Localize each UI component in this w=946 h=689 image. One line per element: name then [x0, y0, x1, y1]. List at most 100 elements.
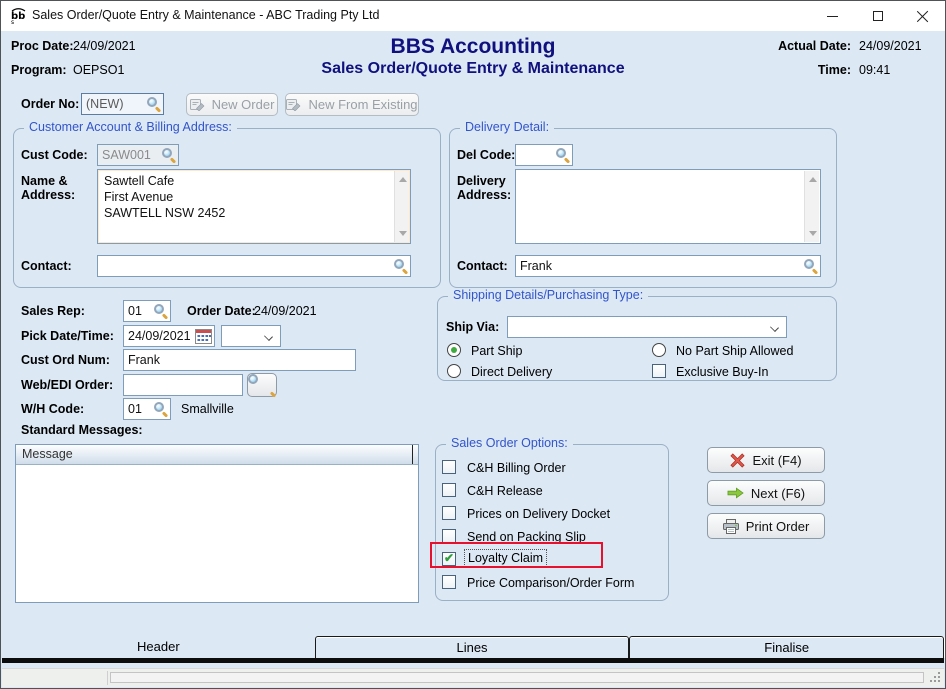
pick-date-label: Pick Date/Time:: [21, 329, 114, 343]
delivery-contact-field[interactable]: [515, 255, 821, 277]
wh-code-label: W/H Code:: [21, 402, 84, 416]
del-code-label: Del Code:: [457, 148, 515, 162]
exclusive-buy-in-checkbox[interactable]: [652, 364, 666, 378]
cust-code-field[interactable]: [97, 144, 179, 166]
wh-code-input[interactable]: [128, 402, 154, 416]
billing-contact-lookup-icon[interactable]: [394, 259, 408, 273]
price-comparison-checkbox[interactable]: [442, 575, 456, 589]
wh-code-lookup-icon[interactable]: [154, 402, 168, 416]
minimize-icon: [827, 16, 838, 17]
new-order-icon: [190, 98, 205, 111]
order-date-value: 24/09/2021: [254, 304, 317, 318]
cust-code-label: Cust Code:: [21, 148, 88, 162]
maximize-button[interactable]: [855, 1, 900, 31]
web-edi-field[interactable]: [123, 374, 243, 396]
no-part-ship-radio[interactable]: [652, 343, 666, 357]
time-label: Time:: [818, 63, 851, 77]
order-no-label: Order No:: [21, 97, 79, 111]
bottom-tab-bar: Header Lines Finalise: [2, 634, 944, 663]
minimize-button[interactable]: [810, 1, 855, 31]
del-code-field[interactable]: [515, 144, 573, 166]
ch-release-label: C&H Release: [467, 484, 543, 498]
delivery-contact-lookup-icon[interactable]: [804, 259, 818, 273]
shipping-group-title: Shipping Details/Purchasing Type:: [448, 288, 648, 302]
tab-header[interactable]: Header: [2, 634, 315, 658]
ch-billing-order-checkbox[interactable]: [442, 460, 456, 474]
delivery-address-label: Delivery Address:: [457, 174, 511, 202]
wh-code-field[interactable]: [123, 398, 171, 420]
tab-finalise-label: Finalise: [764, 640, 809, 655]
cust-ord-num-field[interactable]: [123, 349, 356, 371]
billing-contact-field[interactable]: [97, 255, 411, 277]
sales-rep-lookup-icon[interactable]: [154, 304, 168, 318]
sales-rep-field[interactable]: [123, 300, 171, 322]
scroll-down-icon[interactable]: [809, 231, 817, 236]
chevron-down-icon: [264, 332, 273, 341]
tab-header-label: Header: [137, 639, 180, 654]
ship-via-dropdown[interactable]: [507, 316, 787, 338]
tab-lines[interactable]: Lines: [315, 636, 630, 658]
name-address-textarea[interactable]: Sawtell Cafe First Avenue SAWTELL NSW 24…: [97, 169, 411, 244]
delivery-group-title: Delivery Detail:: [460, 120, 554, 134]
scroll-up-icon[interactable]: [809, 177, 817, 182]
new-order-button[interactable]: New Order: [186, 93, 278, 116]
bbs-app-icon: bb s: [9, 7, 27, 24]
cust-ord-num-input[interactable]: [128, 353, 353, 367]
exit-button[interactable]: Exit (F4): [707, 447, 825, 473]
message-column-header-label: Message: [22, 447, 73, 461]
new-from-existing-button[interactable]: New From Existing: [285, 93, 419, 116]
price-comparison-label: Price Comparison/Order Form: [467, 576, 634, 590]
part-ship-radio[interactable]: [447, 343, 461, 357]
message-column-header[interactable]: Message: [16, 445, 418, 465]
next-button-label: Next (F6): [751, 486, 805, 501]
sales-rep-input[interactable]: [128, 304, 154, 318]
ch-release-checkbox[interactable]: [442, 483, 456, 497]
name-address-scrollbar[interactable]: [394, 171, 409, 242]
maximize-icon: [873, 11, 883, 21]
svg-text:s: s: [11, 19, 14, 24]
time-value: 09:41: [859, 63, 890, 77]
printer-icon: [723, 519, 739, 534]
green-arrow-icon: [727, 487, 744, 499]
actual-date-label: Actual Date:: [778, 39, 851, 53]
del-code-lookup-icon[interactable]: [556, 148, 570, 162]
order-no-lookup-icon[interactable]: [147, 97, 161, 111]
close-icon: [917, 10, 929, 22]
del-code-input[interactable]: [520, 148, 556, 162]
close-button[interactable]: [900, 1, 945, 31]
next-button[interactable]: Next (F6): [707, 480, 825, 506]
web-edi-label: Web/EDI Order:: [21, 378, 113, 392]
delivery-contact-label: Contact:: [457, 259, 508, 273]
tab-finalise[interactable]: Finalise: [629, 636, 944, 658]
cust-ord-num-label: Cust Ord Num:: [21, 353, 110, 367]
standard-messages-list[interactable]: Message: [15, 444, 419, 603]
prices-on-delivery-docket-checkbox[interactable]: [442, 506, 456, 520]
billing-contact-input[interactable]: [102, 259, 394, 273]
status-bar-field: [110, 672, 924, 683]
scroll-up-icon[interactable]: [399, 177, 407, 182]
order-no-field[interactable]: [81, 93, 164, 115]
calendar-icon[interactable]: [195, 329, 212, 344]
order-no-input[interactable]: [86, 97, 147, 111]
web-edi-lookup-button[interactable]: [247, 373, 277, 397]
actual-date-value: 24/09/2021: [859, 39, 922, 53]
send-on-packing-slip-checkbox[interactable]: [442, 529, 456, 543]
sales-rep-label: Sales Rep:: [21, 304, 85, 318]
direct-delivery-radio[interactable]: [447, 364, 461, 378]
prices-on-delivery-docket-label: Prices on Delivery Docket: [467, 507, 610, 521]
delivery-contact-input[interactable]: [520, 259, 804, 273]
pick-time-dropdown[interactable]: [221, 325, 281, 347]
web-edi-input[interactable]: [128, 378, 240, 392]
cust-code-lookup-icon[interactable]: [162, 148, 176, 162]
pick-date-input[interactable]: [128, 329, 195, 343]
delivery-address-textarea[interactable]: [515, 169, 821, 244]
pick-date-field[interactable]: [123, 325, 215, 347]
cust-code-input[interactable]: [102, 148, 162, 162]
web-edi-lookup-icon: [255, 378, 269, 392]
print-order-button[interactable]: Print Order: [707, 513, 825, 539]
billing-contact-label: Contact:: [21, 259, 72, 273]
delivery-address-text: [522, 173, 800, 240]
resize-grip-icon[interactable]: [938, 680, 940, 682]
scroll-down-icon[interactable]: [399, 231, 407, 236]
delivery-address-scrollbar[interactable]: [804, 171, 819, 242]
